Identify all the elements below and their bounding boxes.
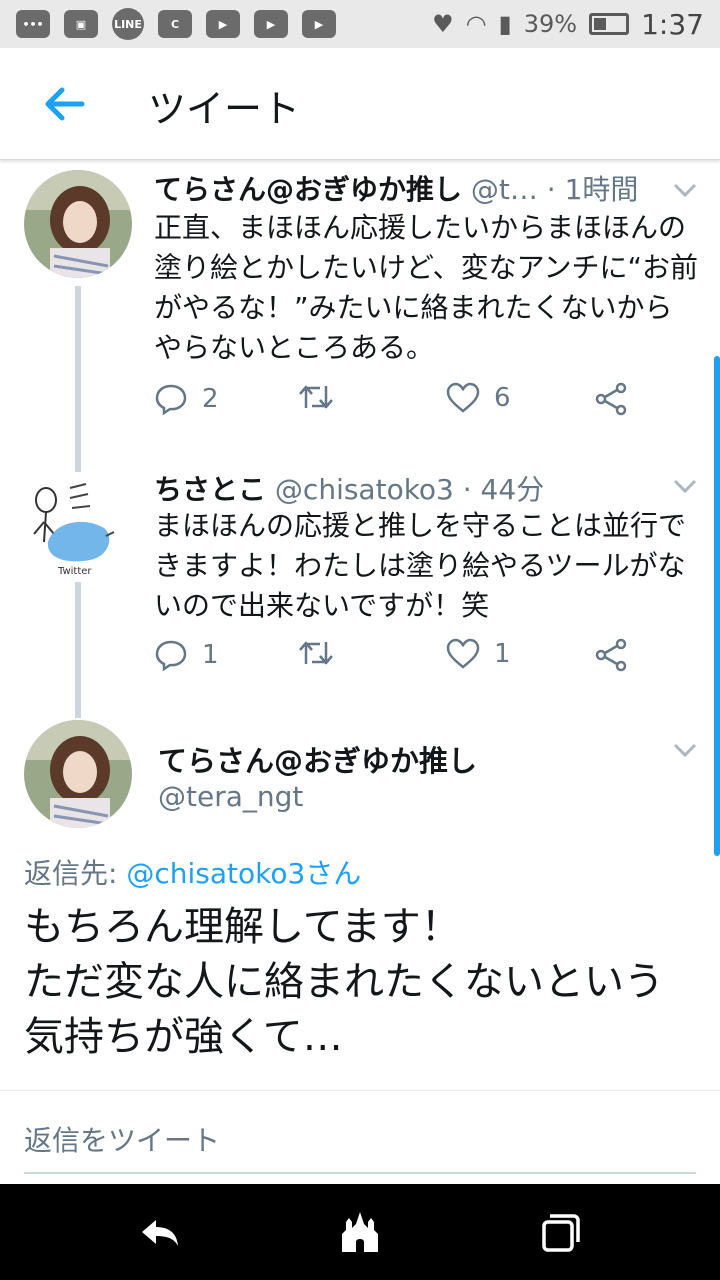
reply-button[interactable]: 1 xyxy=(154,638,219,672)
tweet-header: ちさとこ @chisatoko3 · 44分 xyxy=(154,468,654,508)
status-bar: ••• ▣ LINE C ▶ ▶ ▶ ♥ ◠ ▮ 39% 1:37 xyxy=(0,0,720,48)
home-castle-icon[interactable] xyxy=(336,1208,384,1256)
tweet-header: てらさん@おぎゆか推し @t… · 1時間 xyxy=(154,168,654,208)
signal-icon: ▮ xyxy=(498,10,512,38)
back-nav-icon[interactable] xyxy=(136,1208,184,1256)
page-title: ツイート xyxy=(148,87,301,131)
tweet-actions: 2 6 xyxy=(154,382,654,422)
retweet-button[interactable] xyxy=(298,382,348,412)
like-count: 6 xyxy=(494,383,511,413)
reply-input[interactable] xyxy=(24,1108,696,1174)
heart-status-icon: ♥ xyxy=(432,10,454,38)
tweet-meta: @chisatoko3 · 44分 xyxy=(274,473,545,506)
notification-icons: ••• ▣ LINE C ▶ ▶ ▶ xyxy=(16,8,336,40)
message-icon: ••• xyxy=(16,10,50,38)
focused-author-name[interactable]: てらさん@おぎゆか推し xyxy=(158,738,477,780)
reply-icon xyxy=(155,384,187,416)
tweet-2[interactable]: Twitter ちさとこ @chisatoko3 · 44分 まほほんの応援と推… xyxy=(0,460,720,718)
replying-label: 返信先: xyxy=(24,857,127,890)
clock: 1:37 xyxy=(641,7,704,41)
tweet-meta: @t… · 1時間 xyxy=(470,173,639,206)
thread-line xyxy=(75,582,81,718)
thread-line xyxy=(75,286,81,460)
focused-tweet-line-2: ただ変な人に絡まれたくないという気持ちが強くて… xyxy=(24,959,664,1060)
focused-tweet-text: もちろん理解してます！ ただ変な人に絡まれたくないという気持ちが強くて… xyxy=(24,900,696,1065)
line-icon: LINE xyxy=(112,8,144,40)
focused-avatar[interactable] xyxy=(24,720,132,828)
share-icon xyxy=(595,638,627,672)
avatar[interactable]: Twitter xyxy=(24,472,132,580)
heart-icon xyxy=(446,638,480,669)
heart-icon xyxy=(446,382,480,413)
youtube-icon: ▶ xyxy=(302,10,336,38)
c-app-icon: C xyxy=(158,10,192,38)
reply-icon xyxy=(155,640,187,672)
reply-count: 1 xyxy=(202,640,219,670)
battery-percent: 39% xyxy=(523,10,578,38)
tweet-text: 正直、まほほん応援したいからまほほんの塗り絵とかしたいけど、変なアンチに“お前が… xyxy=(154,211,698,364)
focused-tweet-line-1: もちろん理解してます！ xyxy=(24,904,461,950)
line-label: LINE xyxy=(114,17,142,31)
wifi-icon: ◠ xyxy=(465,10,487,38)
recent-apps-icon[interactable] xyxy=(536,1208,584,1256)
image-icon: ▣ xyxy=(64,10,98,38)
tweet-text: まほほんの応援と推しを守ることは並行できますよ！わたしは塗り絵やるツールがないの… xyxy=(154,509,687,622)
back-arrow-icon[interactable] xyxy=(40,80,88,128)
retweet-button[interactable] xyxy=(298,638,348,668)
scrollbar[interactable] xyxy=(714,356,720,856)
chevron-down-icon[interactable] xyxy=(672,478,698,494)
chevron-down-icon[interactable] xyxy=(672,742,698,758)
chevron-down-icon[interactable] xyxy=(672,182,698,198)
avatar-caption: Twitter xyxy=(57,566,92,577)
navigation-bar xyxy=(0,1184,720,1280)
share-icon xyxy=(595,382,627,416)
like-count: 1 xyxy=(494,639,511,669)
replying-to: 返信先: @chisatoko3さん xyxy=(24,852,361,892)
author-name[interactable]: てらさん@おぎゆか推し xyxy=(154,173,462,206)
reply-count: 2 xyxy=(202,384,219,414)
app-bar: ツイート xyxy=(0,48,720,160)
thread-line xyxy=(75,460,81,472)
youtube-icon: ▶ xyxy=(254,10,288,38)
like-button[interactable]: 6 xyxy=(446,382,511,414)
focused-author-handle[interactable]: @tera_ngt xyxy=(158,780,303,813)
retweet-icon xyxy=(299,385,333,409)
like-button[interactable]: 1 xyxy=(446,638,511,670)
avatar[interactable] xyxy=(24,170,132,278)
tweet-actions: 1 1 xyxy=(154,638,654,678)
battery-icon xyxy=(589,13,630,35)
share-button[interactable] xyxy=(594,382,628,416)
retweet-icon xyxy=(299,641,333,665)
author-name[interactable]: ちさとこ xyxy=(154,473,266,506)
youtube-icon: ▶ xyxy=(206,10,240,38)
share-button[interactable] xyxy=(594,638,628,672)
tweet-1[interactable]: てらさん@おぎゆか推し @t… · 1時間 正直、まほほん応援したいからまほほん… xyxy=(0,160,720,460)
replying-to-link[interactable]: @chisatoko3さん xyxy=(126,857,361,890)
reply-button[interactable]: 2 xyxy=(154,382,219,416)
